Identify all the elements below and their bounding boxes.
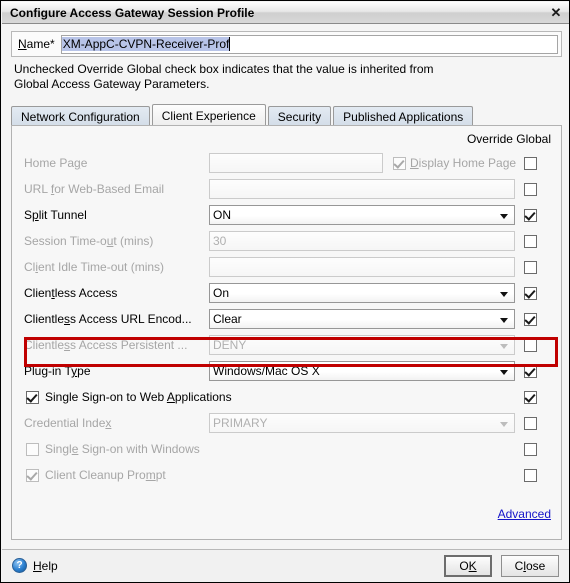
tab-strip: Network Configuration Client Experience … [11, 104, 562, 126]
dropdown-credential-index[interactable]: PRIMARY [209, 413, 515, 433]
hint-line-2: Global Access Gateway Parameters. [14, 77, 210, 91]
client-experience-panel: Override Global Home Page Display Home P… [11, 125, 562, 540]
override-client-idle-timeout[interactable] [524, 260, 537, 274]
chevron-down-icon [500, 422, 508, 427]
row-home-page: Home Page Display Home Page [12, 150, 561, 176]
chevron-down-icon [500, 370, 508, 375]
override-client-cleanup-prompt[interactable] [524, 468, 537, 482]
label-display-home-page: Display Home Page [410, 156, 517, 170]
tab-client-experience[interactable]: Client Experience [151, 104, 266, 126]
input-session-timeout[interactable]: 30 [209, 231, 515, 251]
row-split-tunnel: Split Tunnel ON [12, 202, 561, 228]
text-caret [229, 37, 231, 51]
label-sso-windows: Single Sign-on with Windows [45, 442, 200, 456]
label-clientless-persistent: Clientless Access Persistent ... [24, 338, 188, 352]
tab-network-configuration[interactable]: Network Configuration [11, 106, 150, 126]
value-credential-index: PRIMARY [213, 416, 268, 430]
close-button[interactable]: Close [501, 555, 559, 577]
label-client-cleanup-prompt: Client Cleanup Prompt [45, 468, 166, 482]
row-clientless-access: Clientless Access On [12, 280, 561, 306]
title-bar: Configure Access Gateway Session Profile… [2, 2, 569, 24]
input-client-idle-timeout[interactable] [209, 257, 515, 277]
checkbox-sso-web-apps[interactable] [26, 390, 39, 404]
checkbox-client-cleanup-prompt[interactable] [26, 468, 39, 482]
override-clientless-access[interactable] [524, 286, 537, 300]
checkbox-display-home-page[interactable] [393, 156, 406, 170]
row-client-cleanup-prompt: Client Cleanup Prompt [12, 462, 561, 488]
hint-line-1: Unchecked Override Global check box indi… [14, 62, 434, 76]
tab-published-applications[interactable]: Published Applications [333, 106, 474, 126]
value-split-tunnel: ON [213, 208, 231, 222]
name-input[interactable]: XM-AppC-CVPN-Receiver-Prof [60, 34, 558, 54]
value-clientless-url-encoding: Clear [213, 312, 242, 326]
value-plugin-type: Windows/Mac OS X [213, 364, 320, 378]
close-button-label: Close [514, 559, 546, 573]
label-split-tunnel: Split Tunnel [24, 208, 87, 222]
ok-button[interactable]: OK [444, 555, 492, 577]
row-sso-web-apps: Single Sign-on to Web Applications [12, 384, 561, 410]
label-sso-web-apps: Single Sign-on to Web Applications [45, 390, 232, 404]
override-clientless-persistent[interactable] [524, 338, 537, 352]
row-plugin-type: Plug-in Type Windows/Mac OS X [12, 358, 561, 384]
override-sso-windows[interactable] [524, 442, 537, 456]
value-clientless-access: On [213, 286, 230, 300]
dropdown-split-tunnel[interactable]: ON [209, 205, 515, 225]
label-plugin-type: Plug-in Type [24, 364, 91, 378]
label-session-timeout: Session Time-out (mins) [24, 234, 154, 248]
name-row: Name* XM-AppC-CVPN-Receiver-Prof [11, 31, 562, 57]
override-url-web-email[interactable] [524, 182, 537, 196]
row-credential-index: Credential Index PRIMARY [12, 410, 561, 436]
label-clientless-url-encoding: Clientless Access URL Encod... [24, 312, 192, 326]
dropdown-clientless-url-encoding[interactable]: Clear [209, 309, 515, 329]
dropdown-clientless-persistent[interactable]: DENY [209, 335, 515, 355]
override-sso-web-apps[interactable] [524, 390, 537, 404]
form-rows: Home Page Display Home Page URL for Web-… [12, 150, 561, 488]
override-credential-index[interactable] [524, 416, 537, 430]
row-clientless-url-encoding: Clientless Access URL Encod... Clear [12, 306, 561, 332]
chevron-down-icon [500, 214, 508, 219]
help-link[interactable]: ? Help [12, 558, 58, 573]
input-url-web-email[interactable] [209, 179, 515, 199]
configure-session-profile-dialog: Configure Access Gateway Session Profile… [0, 0, 570, 583]
dialog-body: Name* XM-AppC-CVPN-Receiver-Prof Uncheck… [2, 24, 569, 582]
value-session-timeout: 30 [213, 234, 227, 248]
row-session-timeout: Session Time-out (mins) 30 [12, 228, 561, 254]
dropdown-clientless-access[interactable]: On [209, 283, 515, 303]
chevron-down-icon [500, 318, 508, 323]
checkbox-sso-windows[interactable] [26, 442, 39, 456]
override-clientless-url-encoding[interactable] [524, 312, 537, 326]
override-split-tunnel[interactable] [524, 208, 537, 222]
dialog-footer: ? Help OK Close [2, 550, 569, 582]
help-label: Help [33, 558, 58, 573]
display-home-page-control[interactable]: Display Home Page [393, 156, 516, 170]
override-plugin-type[interactable] [524, 364, 537, 378]
row-url-web-email: URL for Web-Based Email [12, 176, 561, 202]
tab-security[interactable]: Security [267, 106, 332, 126]
override-global-header: Override Global [466, 132, 551, 146]
name-input-value: XM-AppC-CVPN-Receiver-Prof [61, 37, 230, 51]
close-icon[interactable]: ✕ [548, 5, 564, 21]
inheritance-hint: Unchecked Override Global check box indi… [14, 62, 554, 92]
label-clientless-access: Clientless Access [24, 286, 118, 300]
name-label: Name* [18, 37, 55, 51]
advanced-link[interactable]: Advanced [498, 507, 551, 521]
ok-button-label: OK [459, 559, 477, 573]
row-clientless-persistent: Clientless Access Persistent ... DENY [12, 332, 561, 358]
question-mark-icon: ? [12, 558, 27, 573]
window-title: Configure Access Gateway Session Profile [10, 5, 255, 20]
label-client-idle-timeout: Client Idle Time-out (mins) [24, 260, 165, 274]
label-credential-index: Credential Index [24, 416, 112, 430]
input-home-page[interactable] [209, 153, 383, 173]
label-home-page: Home Page [24, 156, 88, 170]
chevron-down-icon [500, 292, 508, 297]
label-url-web-email: URL for Web-Based Email [24, 182, 165, 196]
chevron-down-icon [500, 344, 508, 349]
value-clientless-persistent: DENY [213, 338, 247, 352]
override-session-timeout[interactable] [524, 234, 537, 248]
override-home-page[interactable] [524, 156, 537, 170]
row-sso-windows: Single Sign-on with Windows [12, 436, 561, 462]
row-client-idle-timeout: Client Idle Time-out (mins) [12, 254, 561, 280]
dropdown-plugin-type[interactable]: Windows/Mac OS X [209, 361, 515, 381]
